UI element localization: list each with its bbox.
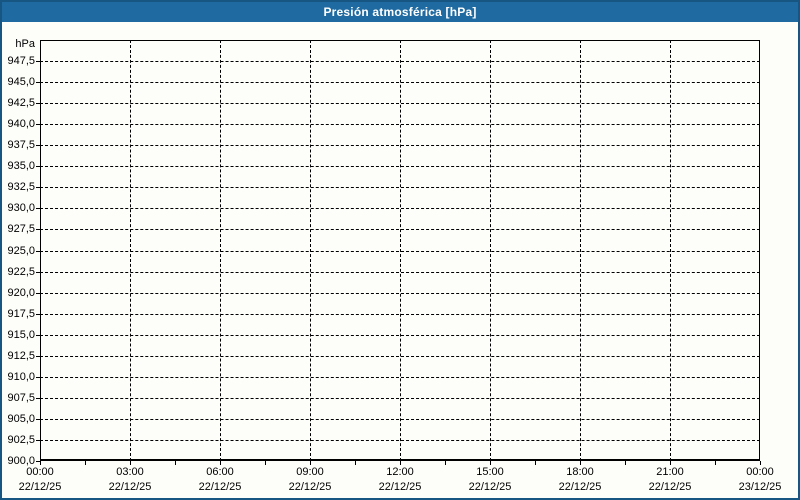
x-axis-tick xyxy=(220,461,221,465)
x-axis-tick xyxy=(625,461,626,465)
x-tick-time-label: 12:00 xyxy=(386,466,414,478)
gridline-vertical xyxy=(310,40,311,461)
x-tick-date-label: 22/12/25 xyxy=(378,481,422,493)
y-tick-label: 902,5 xyxy=(7,434,35,446)
x-tick-date-label: 22/12/25 xyxy=(558,481,602,493)
y-tick-label: 925,0 xyxy=(7,245,35,257)
y-axis-tick xyxy=(36,166,40,167)
y-tick-label: 910,0 xyxy=(7,371,35,383)
y-axis-tick xyxy=(36,377,40,378)
app-window: Presión atmosférica [hPa] hPa 947,5 945,0… xyxy=(0,0,800,500)
y-tick-label: 945,0 xyxy=(7,76,35,88)
y-tick-label: 915,0 xyxy=(7,329,35,341)
pressure-chart: hPa 947,5 945,0 942,5 940,0 937,5 935,0 932,5 9… xyxy=(2,2,798,498)
x-axis-tick xyxy=(310,461,311,465)
y-axis-tick xyxy=(36,229,40,230)
x-axis-tick xyxy=(490,461,491,465)
x-tick-date-label: 22/12/25 xyxy=(288,481,332,493)
y-axis-tick xyxy=(36,293,40,294)
x-tick-time-label: 06:00 xyxy=(206,466,234,478)
y-tick-label: 922,5 xyxy=(7,266,35,278)
x-tick-time-label: 21:00 xyxy=(656,466,684,478)
y-tick-label: 927,5 xyxy=(7,223,35,235)
y-axis-tick xyxy=(36,187,40,188)
y-axis-tick xyxy=(36,335,40,336)
x-tick-time-label: 18:00 xyxy=(566,466,594,478)
x-tick-date-label: 22/12/25 xyxy=(18,481,62,493)
gridline-vertical xyxy=(400,40,401,461)
x-axis-tick xyxy=(535,461,536,465)
y-tick-label: 937,5 xyxy=(7,139,35,151)
y-axis-tick xyxy=(36,124,40,125)
y-axis-tick xyxy=(36,419,40,420)
y-axis-tick xyxy=(36,356,40,357)
x-axis-tick xyxy=(85,461,86,465)
x-axis-tick xyxy=(670,461,671,465)
y-axis-tick xyxy=(36,398,40,399)
x-tick-time-label: 09:00 xyxy=(296,466,324,478)
x-tick-time-label: 03:00 xyxy=(116,466,144,478)
x-axis-tick xyxy=(445,461,446,465)
y-tick-label: 935,0 xyxy=(7,160,35,172)
y-axis-tick xyxy=(36,314,40,315)
y-axis-tick xyxy=(36,440,40,441)
y-axis-tick xyxy=(36,208,40,209)
x-axis-tick xyxy=(40,461,41,465)
y-tick-label: 912,5 xyxy=(7,350,35,362)
y-axis-tick xyxy=(36,103,40,104)
gridline-vertical xyxy=(130,40,131,461)
x-axis-tick xyxy=(355,461,356,465)
y-axis-tick xyxy=(36,82,40,83)
x-tick-time-label: 00:00 xyxy=(26,466,54,478)
x-tick-time-label: 15:00 xyxy=(476,466,504,478)
gridline-vertical xyxy=(670,40,671,461)
gridline-vertical xyxy=(220,40,221,461)
y-axis-tick xyxy=(36,61,40,62)
y-tick-label: 920,0 xyxy=(7,287,35,299)
x-axis-tick xyxy=(130,461,131,465)
x-axis-tick xyxy=(175,461,176,465)
y-tick-label: 932,5 xyxy=(7,181,35,193)
x-axis-tick xyxy=(760,461,761,465)
x-tick-date-label: 22/12/25 xyxy=(108,481,152,493)
y-tick-label: 917,5 xyxy=(7,308,35,320)
x-tick-date-label: 22/12/25 xyxy=(648,481,692,493)
x-axis-tick xyxy=(715,461,716,465)
y-tick-label: 905,0 xyxy=(7,413,35,425)
x-tick-date-label: 22/12/25 xyxy=(198,481,242,493)
x-axis-tick xyxy=(580,461,581,465)
y-tick-label: 940,0 xyxy=(7,118,35,130)
y-tick-label: 930,0 xyxy=(7,202,35,214)
y-tick-label: 947,5 xyxy=(7,55,35,67)
y-tick-label: 907,5 xyxy=(7,392,35,404)
y-axis-tick xyxy=(36,251,40,252)
x-axis-tick xyxy=(400,461,401,465)
gridline-vertical xyxy=(490,40,491,461)
y-axis-tick xyxy=(36,145,40,146)
y-tick-label: 942,5 xyxy=(7,97,35,109)
y-axis-tick xyxy=(36,272,40,273)
x-tick-date-label: 22/12/25 xyxy=(468,481,512,493)
y-axis-unit-label: hPa xyxy=(15,38,35,50)
gridline-vertical xyxy=(580,40,581,461)
x-axis-tick xyxy=(265,461,266,465)
x-tick-time-label: 00:00 xyxy=(746,466,774,478)
x-tick-date-label: 23/12/25 xyxy=(738,481,782,493)
